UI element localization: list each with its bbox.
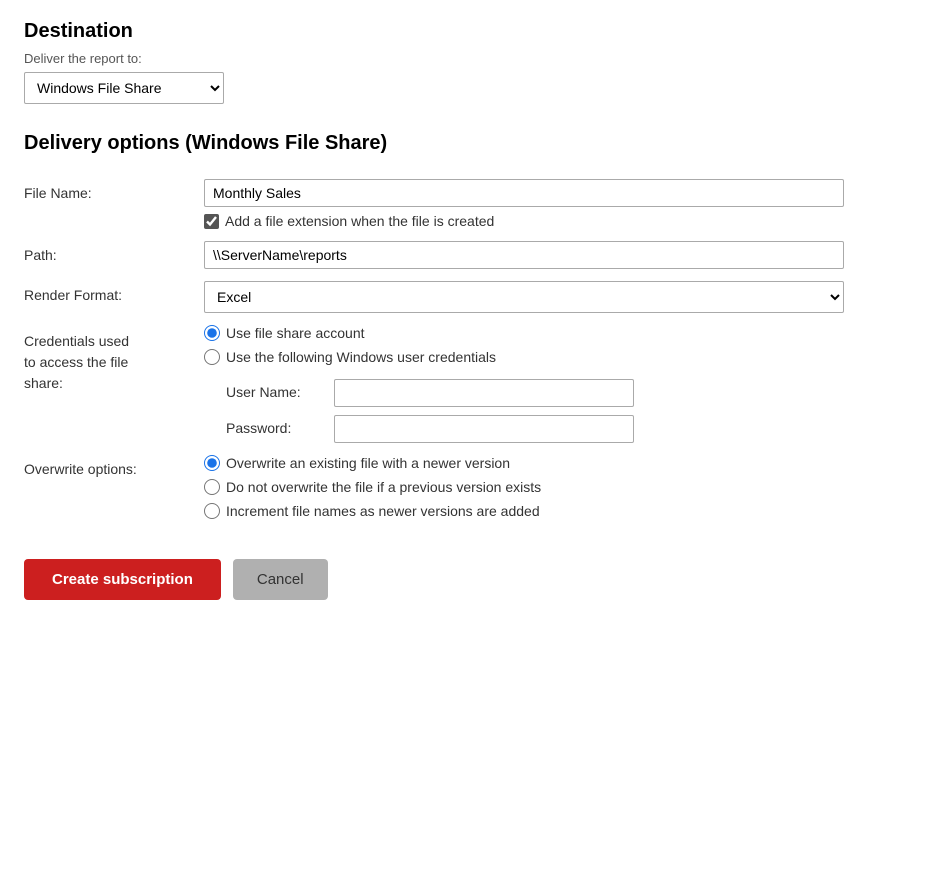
overwrite-option2-radio[interactable] <box>204 479 220 495</box>
overwrite-option1-label: Overwrite an existing file with a newer … <box>226 455 510 471</box>
credentials-radio-group: Use file share account Use the following… <box>204 325 844 365</box>
button-bar: Create subscription Cancel <box>24 559 922 600</box>
render-format-label: Render Format: <box>24 281 194 303</box>
cancel-button[interactable]: Cancel <box>233 559 328 600</box>
password-label: Password: <box>226 415 326 443</box>
file-name-label: File Name: <box>24 179 194 201</box>
file-extension-checkbox[interactable] <box>204 214 219 229</box>
username-label: User Name: <box>226 379 326 407</box>
render-format-select[interactable]: Excel PDF Word CSV <box>204 281 844 313</box>
credentials-field: Use file share account Use the following… <box>204 325 844 443</box>
credentials-label: Credentials usedto access the fileshare: <box>24 325 194 394</box>
delivery-heading: Delivery options (Windows File Share) <box>24 132 922 155</box>
cred-option2-row[interactable]: Use the following Windows user credentia… <box>204 349 844 365</box>
destination-section: Destination Deliver the report to: Windo… <box>24 20 922 104</box>
render-format-field: Excel PDF Word CSV <box>204 281 844 313</box>
file-extension-label: Add a file extension when the file is cr… <box>225 213 494 229</box>
path-input[interactable] <box>204 241 844 269</box>
overwrite-radio-group: Overwrite an existing file with a newer … <box>204 455 844 519</box>
overwrite-option3-row[interactable]: Increment file names as newer versions a… <box>204 503 844 519</box>
destination-heading: Destination <box>24 20 922 43</box>
overwrite-field: Overwrite an existing file with a newer … <box>204 455 844 519</box>
overwrite-option2-label: Do not overwrite the file if a previous … <box>226 479 541 495</box>
username-input[interactable] <box>334 379 634 407</box>
overwrite-option1-radio[interactable] <box>204 455 220 471</box>
password-input[interactable] <box>334 415 634 443</box>
delivery-section: Delivery options (Windows File Share) Fi… <box>24 132 922 519</box>
cred-option1-label: Use file share account <box>226 325 365 341</box>
create-subscription-button[interactable]: Create subscription <box>24 559 221 600</box>
overwrite-label: Overwrite options: <box>24 455 194 477</box>
file-extension-row[interactable]: Add a file extension when the file is cr… <box>204 213 844 229</box>
file-name-field: Add a file extension when the file is cr… <box>204 179 844 229</box>
cred-option2-radio[interactable] <box>204 349 220 365</box>
overwrite-option3-label: Increment file names as newer versions a… <box>226 503 540 519</box>
delivery-form: File Name: Add a file extension when the… <box>24 179 844 519</box>
credentials-subform: User Name: Password: <box>226 379 844 443</box>
cred-option1-row[interactable]: Use file share account <box>204 325 844 341</box>
deliver-label: Deliver the report to: <box>24 51 922 66</box>
path-field <box>204 241 844 269</box>
cred-option1-radio[interactable] <box>204 325 220 341</box>
path-label: Path: <box>24 241 194 263</box>
file-name-input[interactable] <box>204 179 844 207</box>
destination-select[interactable]: Windows File Share Email SharePoint <box>24 72 224 104</box>
overwrite-option2-row[interactable]: Do not overwrite the file if a previous … <box>204 479 844 495</box>
cred-option2-label: Use the following Windows user credentia… <box>226 349 496 365</box>
overwrite-option3-radio[interactable] <box>204 503 220 519</box>
overwrite-option1-row[interactable]: Overwrite an existing file with a newer … <box>204 455 844 471</box>
